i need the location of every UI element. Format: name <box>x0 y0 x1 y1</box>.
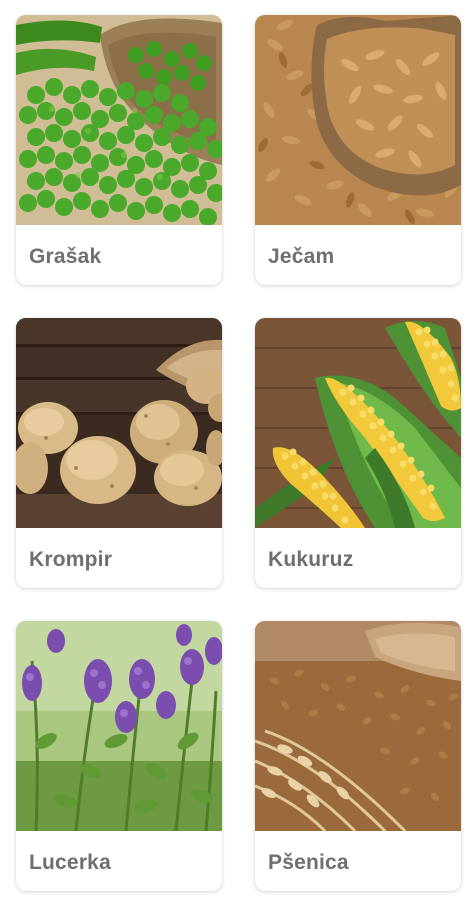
crop-card-jecam[interactable]: Ječam <box>255 15 461 285</box>
potato-photo <box>16 318 222 528</box>
crop-card-krompir[interactable]: Krompir <box>16 318 222 588</box>
alfalfa-photo <box>16 621 222 831</box>
crop-card-label: Grašak <box>29 245 102 268</box>
wheat-photo <box>255 621 461 831</box>
crop-card-label: Kukuruz <box>268 548 354 571</box>
crop-card-lucerka[interactable]: Lucerka <box>16 621 222 891</box>
crop-card-label: Pšenica <box>268 851 349 874</box>
crop-card-label: Ječam <box>268 245 335 268</box>
crop-card-psenica[interactable]: Pšenica <box>255 621 461 891</box>
crop-card-kukuruz[interactable]: Kukuruz <box>255 318 461 588</box>
crop-grid: Grašak Ječam Krompir Kukuruz Lucerka Pše… <box>0 0 476 900</box>
peas-photo <box>16 15 222 225</box>
barley-photo <box>255 15 461 225</box>
corn-photo <box>255 318 461 528</box>
crop-card-label: Lucerka <box>29 851 111 874</box>
crop-card-label: Krompir <box>29 548 113 571</box>
crop-card-grasak[interactable]: Grašak <box>16 15 222 285</box>
